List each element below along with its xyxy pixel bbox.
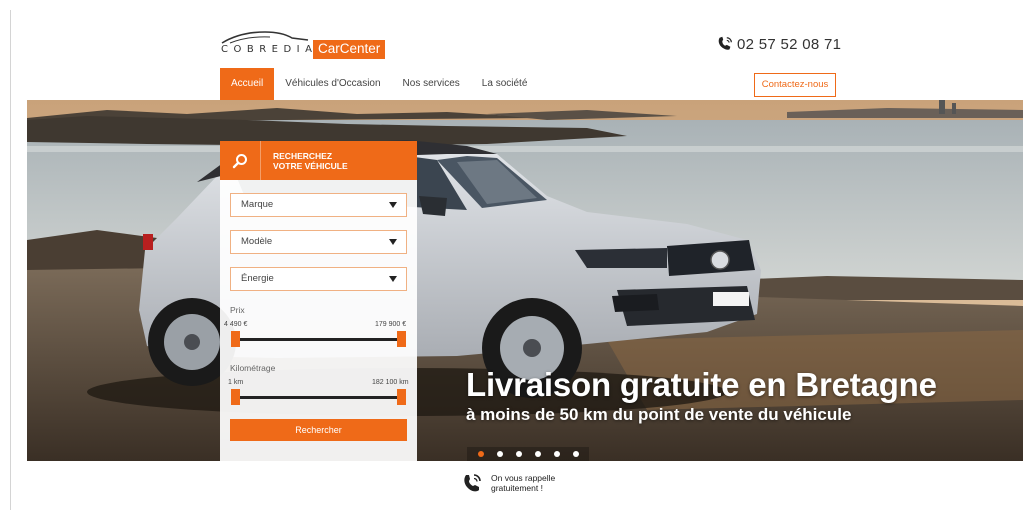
nav-item-la-societe[interactable]: La société [471, 68, 539, 100]
caret-down-icon [389, 239, 397, 245]
search-submit-button[interactable]: Rechercher [230, 419, 407, 441]
callback-text: On vous rappelle gratuitement ! [491, 473, 555, 493]
vehicle-search-panel: RECHERCHEZ VOTRE VÉHICULE Marque Modèle … [220, 141, 417, 461]
prix-max: 179 900 € [375, 321, 407, 328]
prix-label: Prix [230, 305, 245, 315]
search-panel-header: RECHERCHEZ VOTRE VÉHICULE [220, 141, 417, 180]
contact-button[interactable]: Contactez-nous [754, 73, 836, 97]
prix-slider-max-handle[interactable] [397, 331, 406, 347]
km-label: Kilométrage [230, 363, 276, 373]
hero-title: Livraison gratuite en Bretagne [466, 366, 937, 403]
callback-line2: gratuitement ! [491, 483, 543, 493]
search-icon [220, 141, 261, 180]
slider-dot-6[interactable] [572, 451, 579, 457]
marque-select[interactable]: Marque [230, 193, 407, 217]
logo-brand: COBREDIA [221, 44, 318, 55]
slider-dots [467, 447, 589, 461]
header-phone[interactable]: 02 57 52 08 71 [716, 35, 841, 53]
nav-item-accueil[interactable]: Accueil [220, 68, 275, 100]
hero-subtitle: à moins de 50 km du point de vente du vé… [466, 405, 852, 424]
phone-icon [718, 36, 732, 50]
nav-item-nos-services[interactable]: Nos services [392, 68, 471, 100]
callback-phone-icon [464, 474, 481, 492]
energie-select-value: Énergie [241, 273, 274, 284]
slider-dot-5[interactable] [553, 451, 560, 457]
search-title-line1: RECHERCHEZ [273, 150, 333, 161]
km-slider-max-handle[interactable] [397, 389, 406, 405]
callback-link[interactable]: On vous rappelle gratuitement ! [461, 472, 555, 494]
search-panel-title: RECHERCHEZ VOTRE VÉHICULE [261, 151, 348, 171]
slider-dot-4[interactable] [534, 451, 541, 457]
slider-dot-2[interactable] [496, 451, 503, 457]
logo-tag: CarCenter [313, 40, 386, 59]
prix-min: 4 490 € [224, 321, 248, 328]
km-slider-track[interactable] [234, 396, 404, 399]
km-min: 1 km [228, 379, 244, 386]
main-nav: Accueil Véhicules d'Occasion Nos service… [220, 68, 538, 100]
caret-down-icon [389, 276, 397, 282]
hero-banner: Livraison gratuite en Bretagne à moins d… [27, 100, 1023, 461]
modele-select[interactable]: Modèle [230, 230, 407, 254]
slider-dot-3[interactable] [515, 451, 522, 457]
caret-down-icon [389, 202, 397, 208]
km-slider-min-handle[interactable] [231, 389, 240, 405]
prix-slider-track[interactable] [234, 338, 404, 341]
modele-select-value: Modèle [241, 236, 273, 247]
prix-slider-min-handle[interactable] [231, 331, 240, 347]
left-border [10, 10, 11, 510]
phone-number: 02 57 52 08 71 [737, 35, 842, 53]
callback-line1: On vous rappelle [491, 473, 556, 483]
search-title-line2: VOTRE VÉHICULE [273, 160, 348, 171]
km-max: 182 100 km [372, 379, 409, 386]
slider-dot-1[interactable] [477, 451, 484, 457]
energie-select[interactable]: Énergie [230, 267, 407, 291]
nav-item-vehicules-occasion[interactable]: Véhicules d'Occasion [274, 68, 391, 100]
marque-select-value: Marque [241, 199, 274, 210]
